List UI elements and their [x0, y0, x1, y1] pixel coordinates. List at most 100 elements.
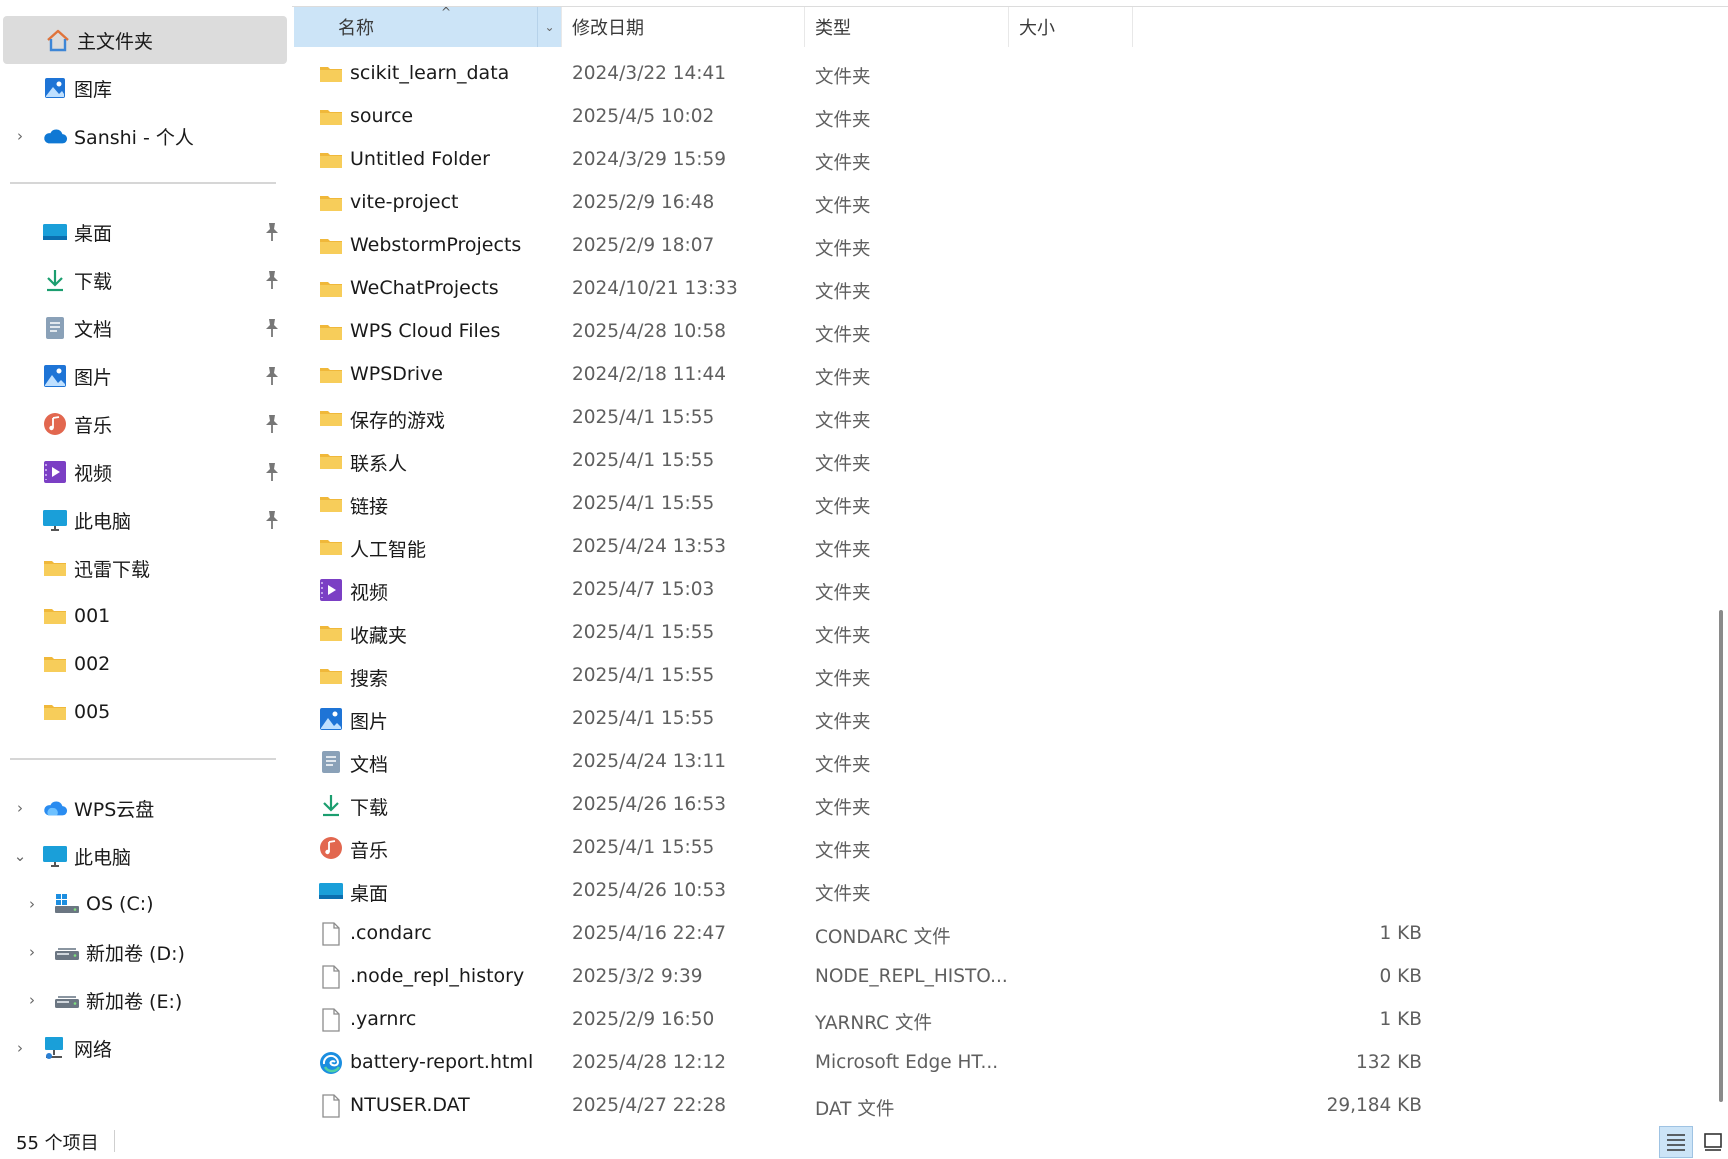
file-row[interactable]: WPSDrive 2024/2/18 11:44 文件夹	[294, 353, 1716, 396]
file-date: 2025/2/9 16:50	[572, 1009, 715, 1030]
chevron-right-icon[interactable]: ›	[13, 127, 27, 145]
folder-icon	[318, 405, 344, 431]
file-row[interactable]: 链接 2025/4/1 15:55 文件夹	[294, 482, 1716, 525]
nav-item-videos[interactable]: 视频	[0, 448, 288, 496]
file-type: 文件夹	[815, 755, 871, 776]
folder-icon	[42, 555, 68, 581]
file-type: 文件夹	[815, 454, 871, 475]
pin-icon[interactable]	[264, 366, 280, 386]
nav-item-drive-d[interactable]: › 新加卷 (D:)	[0, 928, 288, 976]
nav-item-this-pc[interactable]: ⌄ 此电脑	[0, 832, 288, 880]
file-type: 文件夹	[815, 540, 871, 561]
file-row[interactable]: 图片 2025/4/1 15:55 文件夹	[294, 697, 1716, 740]
file-name: NTUSER.DAT	[350, 1094, 470, 1116]
file-name: 收藏夹	[350, 625, 408, 647]
file-row[interactable]: WebstormProjects 2025/2/9 18:07 文件夹	[294, 224, 1716, 267]
column-header-date[interactable]: 修改日期	[562, 7, 805, 47]
file-row[interactable]: 搜索 2025/4/1 15:55 文件夹	[294, 654, 1716, 697]
nav-item-pictures[interactable]: 图片	[0, 352, 288, 400]
file-row[interactable]: battery-report.html 2025/4/28 12:12 Micros…	[294, 1041, 1716, 1084]
folder-icon	[318, 620, 344, 646]
file-date: 2025/4/5 10:02	[572, 106, 715, 127]
file-row[interactable]: Untitled Folder 2024/3/29 15:59 文件夹	[294, 138, 1716, 181]
file-row[interactable]: 下载 2025/4/26 16:53 文件夹	[294, 783, 1716, 826]
column-header-label: 名称	[338, 18, 374, 39]
file-date: 2025/4/1 15:55	[572, 622, 715, 643]
file-date: 2025/2/9 16:48	[572, 192, 715, 213]
file-date: 2024/10/21 13:33	[572, 278, 738, 299]
folder-icon	[318, 104, 344, 130]
nav-item-002[interactable]: 002	[0, 640, 288, 688]
nav-item-005[interactable]: 005	[0, 688, 288, 736]
pin-icon[interactable]	[264, 222, 280, 242]
nav-label: 此电脑	[74, 846, 132, 869]
folder-icon	[318, 276, 344, 302]
file-row[interactable]: vite-project 2025/2/9 16:48 文件夹	[294, 181, 1716, 224]
nav-item-wps-cloud[interactable]: › WPS云盘	[0, 784, 288, 832]
vertical-scrollbar[interactable]	[1719, 610, 1723, 1102]
chevron-down-icon[interactable]: ⌄	[537, 7, 561, 47]
details-view-button[interactable]	[1659, 1126, 1693, 1158]
nav-item-001[interactable]: 001	[0, 592, 288, 640]
column-header-size[interactable]: 大小	[1009, 7, 1133, 47]
folder-icon	[42, 651, 68, 677]
file-name: vite-project	[350, 191, 459, 213]
file-row[interactable]: 文档 2025/4/24 13:11 文件夹	[294, 740, 1716, 783]
pin-icon[interactable]	[264, 414, 280, 434]
file-row[interactable]: .node_repl_history 2025/3/2 9:39 NODE_REPL…	[294, 955, 1716, 998]
nav-item-music[interactable]: 音乐	[0, 400, 288, 448]
drive-icon	[54, 939, 80, 965]
nav-label: 002	[74, 653, 111, 675]
nav-item-documents[interactable]: 文档	[0, 304, 288, 352]
file-type: 文件夹	[815, 712, 871, 733]
chevron-right-icon[interactable]: ›	[25, 895, 39, 913]
file-row[interactable]: 保存的游戏 2025/4/1 15:55 文件夹	[294, 396, 1716, 439]
nav-item-downloads[interactable]: 下载	[0, 256, 288, 304]
file-row[interactable]: 收藏夹 2025/4/1 15:55 文件夹	[294, 611, 1716, 654]
file-row[interactable]: WPS Cloud Files 2025/4/28 10:58 文件夹	[294, 310, 1716, 353]
edge-icon	[318, 1050, 344, 1076]
chevron-right-icon[interactable]: ›	[13, 799, 27, 817]
file-row[interactable]: 音乐 2025/4/1 15:55 文件夹	[294, 826, 1716, 869]
pin-icon[interactable]	[264, 510, 280, 530]
file-row[interactable]: 视频 2025/4/7 15:03 文件夹	[294, 568, 1716, 611]
nav-item-onedrive[interactable]: › Sanshi - 个人	[0, 112, 288, 160]
file-row[interactable]: WeChatProjects 2024/10/21 13:33 文件夹	[294, 267, 1716, 310]
nav-item-drive-e[interactable]: › 新加卷 (E:)	[0, 976, 288, 1024]
nav-item-network[interactable]: › 网络	[0, 1024, 288, 1072]
nav-item-home[interactable]: 主文件夹	[3, 16, 287, 64]
nav-item-this-pc-pinned[interactable]: 此电脑	[0, 496, 288, 544]
large-icons-view-button[interactable]	[1696, 1126, 1728, 1158]
file-row[interactable]: .yarnrc 2025/2/9 16:50 YARNRC 文件 1 KB	[294, 998, 1716, 1041]
nav-item-desktop[interactable]: 桌面	[0, 208, 288, 256]
nav-label: 图库	[74, 78, 113, 101]
file-row[interactable]: 联系人 2025/4/1 15:55 文件夹	[294, 439, 1716, 482]
nav-item-gallery[interactable]: 图库	[0, 64, 288, 112]
file-row[interactable]: 桌面 2025/4/26 10:53 文件夹	[294, 869, 1716, 912]
chevron-right-icon[interactable]: ›	[25, 943, 39, 961]
file-date: 2025/4/7 15:03	[572, 579, 715, 600]
file-name: 图片	[350, 711, 389, 733]
nav-label: 主文件夹	[77, 30, 154, 53]
large-icons-view-icon	[1704, 1133, 1722, 1151]
pin-icon[interactable]	[264, 318, 280, 338]
file-date: 2025/4/28 12:12	[572, 1052, 727, 1073]
navigation-pane: 主文件夹 图库 › Sanshi - 个人 桌面 下载 文档 图片 音乐 视频 …	[0, 0, 290, 1120]
chevron-right-icon[interactable]: ›	[13, 1039, 27, 1057]
file-icon	[318, 964, 344, 990]
pin-icon[interactable]	[264, 270, 280, 290]
nav-item-drive-c[interactable]: › OS (C:)	[0, 880, 288, 928]
document-icon	[318, 749, 344, 775]
file-row[interactable]: source 2025/4/5 10:02 文件夹	[294, 95, 1716, 138]
column-header-label: 类型	[815, 18, 851, 39]
chevron-right-icon[interactable]: ›	[25, 991, 39, 1009]
file-row[interactable]: 人工智能 2025/4/24 13:53 文件夹	[294, 525, 1716, 568]
column-header-name[interactable]: ^ 名称 ⌄	[294, 5, 562, 47]
file-row[interactable]: .condarc 2025/4/16 22:47 CONDARC 文件 1 KB	[294, 912, 1716, 955]
pin-icon[interactable]	[264, 462, 280, 482]
nav-item-xunlei-downloads[interactable]: 迅雷下载	[0, 544, 288, 592]
nav-label: 001	[74, 605, 111, 627]
column-header-type[interactable]: 类型	[805, 7, 1009, 47]
file-row[interactable]: scikit_learn_data 2024/3/22 14:41 文件夹	[294, 52, 1716, 95]
chevron-down-icon[interactable]: ⌄	[13, 847, 27, 865]
